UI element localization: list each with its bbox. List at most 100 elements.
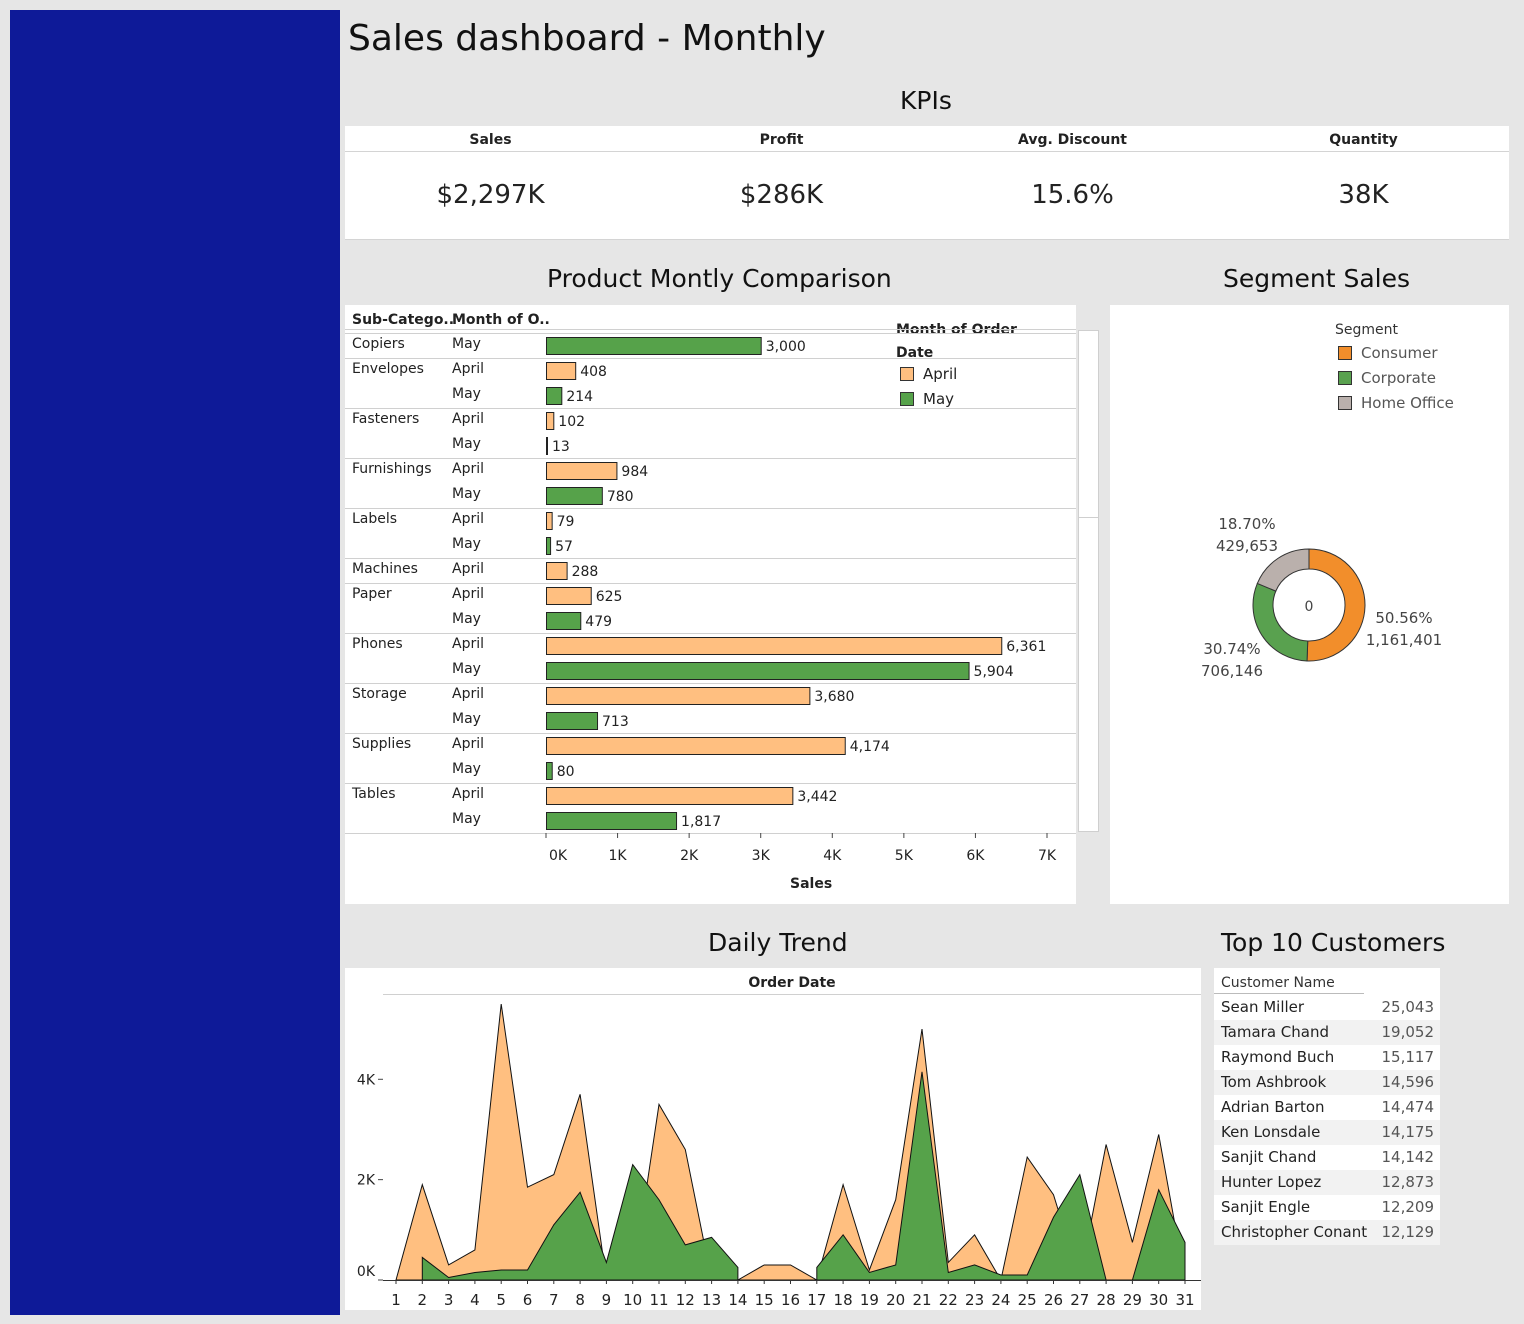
bar-value-label: 4,174 (850, 739, 890, 755)
customer-sales: 12,873 (1381, 1173, 1435, 1191)
x-tick-label: 16 (781, 1291, 800, 1309)
bar (546, 387, 563, 405)
subcategory-label: Paper (352, 586, 392, 602)
kpi-avg-discount: Avg. Discount 15.6% (927, 126, 1218, 239)
subcategory-label: Storage (352, 686, 407, 702)
customer-sales: 14,175 (1381, 1123, 1435, 1141)
x-tick-label: 12 (676, 1291, 695, 1309)
donut-slice (1256, 548, 1310, 592)
x-tick-label: 7K (1038, 848, 1057, 864)
x-tick-label: 30 (1149, 1291, 1168, 1309)
month-label: April (452, 586, 484, 602)
bar-value-label: 3,442 (797, 789, 837, 805)
customer-row[interactable]: Tom Ashbrook 14,596 (1214, 1070, 1440, 1095)
month-label: May (452, 611, 481, 627)
customer-sales: 14,142 (1381, 1148, 1435, 1166)
y-tick-label: 0K (357, 1264, 376, 1280)
x-tick-label: 28 (1097, 1291, 1116, 1309)
bar-value-label: 3,000 (766, 339, 806, 355)
x-tick-label: 15 (755, 1291, 774, 1309)
month-label: May (452, 486, 481, 502)
customer-row[interactable]: Adrian Barton 14,474 (1214, 1095, 1440, 1120)
kpi-panel: Sales $2,297K Profit $286K Avg. Discount… (345, 126, 1509, 240)
subcategory-label: Supplies (352, 736, 412, 752)
customer-sales: 12,129 (1381, 1223, 1435, 1241)
sidebar (10, 10, 340, 1315)
subcategory-label: Fasteners (352, 411, 420, 427)
donut-center-label: 0 (1305, 599, 1314, 615)
donut-slice (1306, 548, 1366, 662)
month-label: May (452, 761, 481, 777)
customer-row[interactable]: Sanjit Engle 12,209 (1214, 1195, 1440, 1220)
kpi-value: 15.6% (1031, 180, 1114, 210)
kpi-label: Avg. Discount (927, 126, 1218, 152)
x-tick-label: 0K (549, 848, 568, 864)
month-label: April (452, 786, 484, 802)
month-label: April (452, 461, 484, 477)
slice-value-label: 429,653 (1216, 537, 1278, 555)
x-tick-label: 26 (1044, 1291, 1063, 1309)
x-tick-label: 1 (391, 1291, 401, 1309)
daily-section-title: Daily Trend (708, 928, 848, 957)
customer-name: Christopher Conant (1221, 1223, 1368, 1241)
bar (546, 662, 970, 680)
order-date-header: Order Date (748, 975, 835, 991)
slice-percent-label: 30.74% (1203, 640, 1260, 658)
kpi-value: 38K (1338, 180, 1389, 210)
month-label: May (452, 436, 481, 452)
bar-value-label: 6,361 (1006, 639, 1046, 655)
bar (546, 562, 568, 580)
customer-row[interactable]: Ken Lonsdale 14,175 (1214, 1120, 1440, 1145)
customer-sales: 14,596 (1381, 1073, 1435, 1091)
month-label: April (452, 361, 484, 377)
slice-value-label: 1,161,401 (1366, 631, 1442, 649)
customer-name-header[interactable]: Customer Name (1214, 968, 1440, 995)
kpi-value: $286K (739, 180, 824, 210)
x-tick-label: 23 (965, 1291, 984, 1309)
customer-name: Raymond Buch (1221, 1048, 1335, 1066)
month-label: April (452, 411, 484, 427)
bar-value-label: 13 (552, 439, 570, 455)
scrollbar-thumb[interactable] (1079, 517, 1098, 518)
segment-section-title: Segment Sales (1223, 264, 1410, 293)
customer-row[interactable]: Hunter Lopez 12,873 (1214, 1170, 1440, 1195)
x-tick-label: 6K (966, 848, 985, 864)
x-tick-label: 2K (680, 848, 699, 864)
subcategory-label: Tables (352, 786, 396, 802)
x-tick-label: 4 (470, 1291, 480, 1309)
slice-percent-label: 50.56% (1375, 609, 1432, 627)
month-label: May (452, 661, 481, 677)
daily-chart-panel: Order Date 0K 2K 4K 1 2 3 4 5 6 7 8 9 10 11 12 13 14 15 16 1… (345, 968, 1201, 1310)
kpi-section-title: KPIs (900, 86, 952, 115)
subcategory-label: Machines (352, 561, 418, 577)
bar (546, 737, 846, 755)
bar-value-label: 408 (580, 364, 607, 380)
subcategory-label: Labels (352, 511, 398, 527)
x-tick-label: 11 (649, 1291, 668, 1309)
customer-sales: 19,052 (1381, 1023, 1435, 1041)
x-tick-label: 4K (823, 848, 842, 864)
month-label: April (452, 736, 484, 752)
kpi-label: Sales (345, 126, 636, 152)
bar (546, 437, 548, 455)
customer-row[interactable]: Tamara Chand 19,052 (1214, 1020, 1440, 1045)
product-chart-scrollbar[interactable] (1078, 330, 1099, 832)
x-tick-label: 29 (1123, 1291, 1142, 1309)
bar (546, 687, 811, 705)
customer-row[interactable]: Sean Miller 25,043 (1214, 995, 1440, 1020)
customer-row[interactable]: Christopher Conant 12,129 (1214, 1220, 1440, 1245)
customer-row[interactable]: Sanjit Chand 14,142 (1214, 1145, 1440, 1170)
customers-section-title: Top 10 Customers (1221, 928, 1446, 957)
month-label: May (452, 336, 481, 352)
customer-name: Sanjit Chand (1221, 1148, 1317, 1166)
x-tick-label: 18 (834, 1291, 853, 1309)
customer-name: Ken Lonsdale (1221, 1123, 1321, 1141)
bar (546, 587, 592, 605)
x-tick-label: 5K (895, 848, 914, 864)
x-tick-label: 20 (886, 1291, 905, 1309)
customer-row[interactable]: Raymond Buch 15,117 (1214, 1045, 1440, 1070)
bar-value-label: 984 (621, 464, 648, 480)
bar (546, 462, 618, 480)
bar-value-label: 79 (557, 514, 575, 530)
bar-value-label: 3,680 (814, 689, 854, 705)
